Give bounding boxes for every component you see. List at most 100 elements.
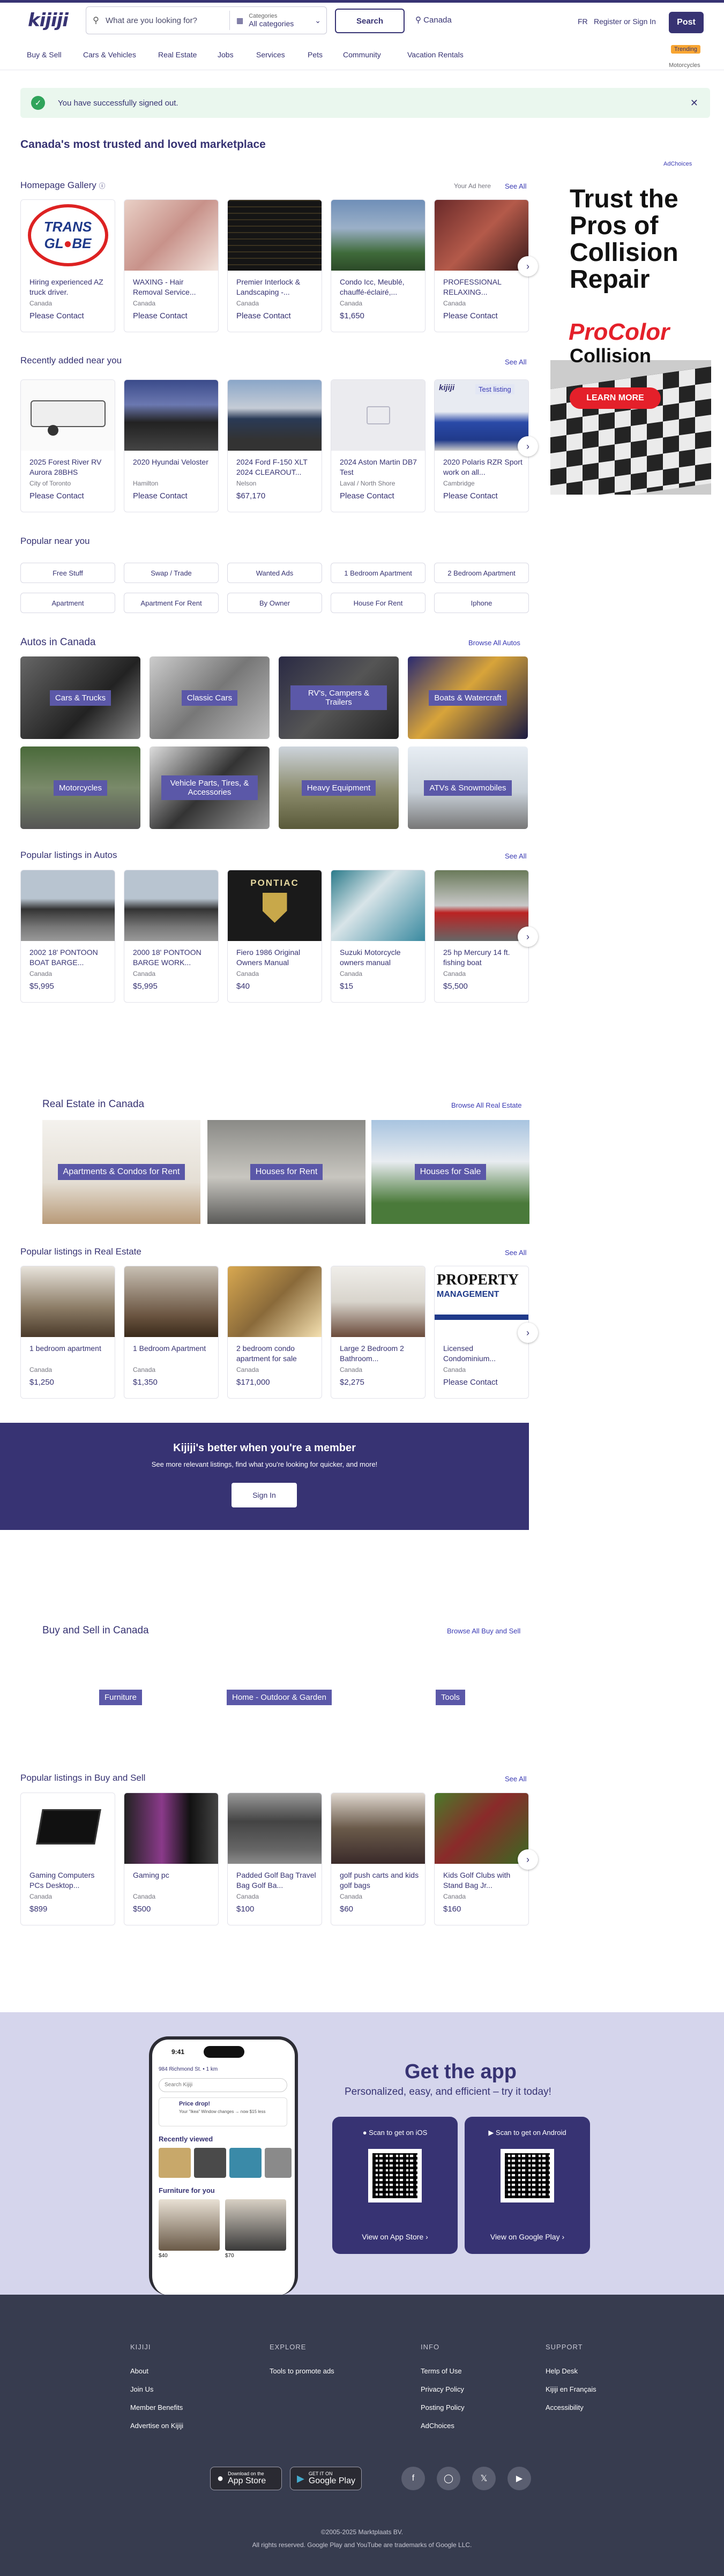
chevron-right-icon[interactable]: ›: [518, 927, 538, 947]
gallery-card[interactable]: PROFESSIONAL RELAXING... Canada Please C…: [434, 199, 529, 332]
member-signin-button[interactable]: Sign In: [232, 1483, 297, 1507]
ios-qr-card[interactable]: ● Scan to get on iOS View on App Store ›: [332, 2117, 458, 2254]
footer-link[interactable]: Terms of Use: [421, 2367, 462, 2375]
category-select[interactable]: ▦ Categories All categories ⌄: [230, 13, 326, 28]
nav-cars-vehicles[interactable]: Cars & Vehicles: [83, 50, 136, 59]
autos-tile[interactable]: ATVs & Snowmobiles: [408, 746, 528, 829]
footer-link[interactable]: Member Benefits: [130, 2403, 183, 2411]
recent-card[interactable]: 2025 Forest River RV Aurora 28BHS City o…: [20, 379, 115, 512]
bs-card[interactable]: Padded Golf Bag Travel Bag Golf Ba... Ca…: [227, 1793, 322, 1925]
bs-card[interactable]: Gaming pc Canada $500: [124, 1793, 219, 1925]
post-ad-button[interactable]: Post: [669, 12, 704, 33]
browse-buysell-link[interactable]: Browse All Buy and Sell: [447, 1627, 520, 1635]
android-qr-card[interactable]: ▶ Scan to get on Android View on Google …: [465, 2117, 590, 2254]
re-card[interactable]: Large 2 Bedroom 2 Bathroom... Canada $2,…: [331, 1266, 426, 1399]
realestate-tile[interactable]: Houses for Rent: [207, 1120, 365, 1224]
recent-card[interactable]: 2020 Hyundai Veloster Hamilton Please Co…: [124, 379, 219, 512]
gallery-see-all[interactable]: See All: [505, 182, 526, 190]
bs-card[interactable]: Kids Golf Clubs with Stand Bag Jr... Can…: [434, 1793, 529, 1925]
gallery-card[interactable]: Condo Icc, Meublé, chauffé-éclairé,... C…: [331, 199, 426, 332]
autos-card[interactable]: 2000 18' PONTOON BARGE WORK... Canada $5…: [124, 870, 219, 1003]
procolor-ad[interactable]: Trust the Pros of Collision Repair ProCo…: [550, 174, 711, 495]
buysell-tile-home-garden[interactable]: Home - Outdoor & Garden: [227, 1690, 332, 1705]
browse-realestate-link[interactable]: Browse All Real Estate: [451, 1101, 522, 1109]
buysell-tile-furniture[interactable]: Furniture: [99, 1690, 143, 1705]
nav-buy-sell[interactable]: Buy & Sell: [27, 50, 62, 59]
popular-pill[interactable]: Iphone: [434, 593, 529, 613]
popular-pill[interactable]: Free Stuff: [20, 563, 115, 583]
bs-card[interactable]: Gaming Computers PCs Desktop... Canada $…: [20, 1793, 115, 1925]
trending-link[interactable]: Motorcycles: [669, 62, 700, 69]
instagram-icon[interactable]: ◯: [437, 2467, 460, 2490]
bs-see-all[interactable]: See All: [505, 1775, 526, 1783]
kijiji-logo[interactable]: kijiji: [28, 10, 69, 31]
re-card[interactable]: 1 bedroom apartment Canada $1,250: [20, 1266, 115, 1399]
gallery-card[interactable]: WAXING - Hair Removal Service... Canada …: [124, 199, 219, 332]
footer-link[interactable]: Kijiji en Français: [546, 2385, 596, 2393]
your-ad-here-link[interactable]: Your Ad here: [454, 182, 491, 190]
nav-jobs[interactable]: Jobs: [218, 50, 234, 59]
nav-real-estate[interactable]: Real Estate: [158, 50, 197, 59]
recent-see-all[interactable]: See All: [505, 358, 526, 366]
nav-services[interactable]: Services: [256, 50, 285, 59]
popular-pill[interactable]: Apartment For Rent: [124, 593, 219, 613]
popular-pill[interactable]: Swap / Trade: [124, 563, 219, 583]
nav-pets[interactable]: Pets: [308, 50, 323, 59]
ios-store-link[interactable]: View on App Store ›: [332, 2232, 458, 2241]
chevron-right-icon[interactable]: ›: [518, 1323, 538, 1343]
realestate-tile[interactable]: Houses for Sale: [371, 1120, 529, 1224]
location-selector[interactable]: ⚲ Canada: [415, 15, 452, 25]
popular-pill[interactable]: 2 Bedroom Apartment: [434, 563, 529, 583]
footer-link[interactable]: Posting Policy: [421, 2403, 465, 2411]
register-signin-link[interactable]: Register or Sign In: [594, 17, 656, 26]
autos-card[interactable]: PONTIAC Fiero 1986 Original Owners Manua…: [227, 870, 322, 1003]
re-card[interactable]: 2 bedroom condo apartment for sale Canad…: [227, 1266, 322, 1399]
chevron-right-icon[interactable]: ›: [518, 436, 538, 457]
autos-tile[interactable]: Boats & Watercraft: [408, 656, 528, 739]
search-input[interactable]: What are you looking for?: [106, 16, 229, 25]
gallery-card[interactable]: Premier Interlock & Landscaping -... Can…: [227, 199, 322, 332]
footer-link[interactable]: AdChoices: [421, 2422, 454, 2430]
chevron-right-icon[interactable]: ›: [518, 256, 538, 277]
adchoices-link[interactable]: AdChoices: [663, 161, 692, 167]
app-store-badge[interactable]: ● Download on the App Store: [210, 2467, 282, 2490]
nav-community[interactable]: Community: [343, 50, 381, 59]
facebook-icon[interactable]: f: [401, 2467, 425, 2490]
bs-card[interactable]: golf push carts and kids golf bags Canad…: [331, 1793, 426, 1925]
autos-see-all[interactable]: See All: [505, 852, 526, 860]
autos-card[interactable]: Suzuki Motorcycle owners manual Canada $…: [331, 870, 426, 1003]
autos-tile[interactable]: Motorcycles: [20, 746, 140, 829]
info-icon[interactable]: ⓘ: [99, 182, 105, 190]
browse-autos-link[interactable]: Browse All Autos: [468, 639, 520, 647]
autos-tile[interactable]: RV's, Campers & Trailers: [279, 656, 399, 739]
re-card[interactable]: 1 Bedroom Apartment Canada $1,350: [124, 1266, 219, 1399]
android-store-link[interactable]: View on Google Play ›: [465, 2232, 590, 2241]
popular-pill[interactable]: Wanted Ads: [227, 563, 322, 583]
autos-card[interactable]: 2002 18' PONTOON BOAT BARGE... Canada $5…: [20, 870, 115, 1003]
popular-pill[interactable]: 1 Bedroom Apartment: [331, 563, 426, 583]
search-button[interactable]: Search: [335, 9, 405, 33]
youtube-icon[interactable]: ▶: [507, 2467, 531, 2490]
google-play-badge[interactable]: ▶ GET IT ON Google Play: [290, 2467, 362, 2490]
popular-pill[interactable]: House For Rent: [331, 593, 426, 613]
footer-link[interactable]: Tools to promote ads: [270, 2367, 334, 2375]
autos-tile[interactable]: Cars & Trucks: [20, 656, 140, 739]
ad-cta-button[interactable]: LEARN MORE: [570, 387, 661, 409]
footer-link[interactable]: Join Us: [130, 2385, 153, 2393]
nav-vacation-rentals[interactable]: Vacation Rentals: [407, 50, 464, 59]
footer-link[interactable]: Help Desk: [546, 2367, 578, 2375]
popular-pill[interactable]: Apartment: [20, 593, 115, 613]
footer-link[interactable]: About: [130, 2367, 148, 2375]
autos-tile[interactable]: Heavy Equipment: [279, 746, 399, 829]
footer-link[interactable]: Accessibility: [546, 2403, 584, 2411]
realestate-tile[interactable]: Apartments & Condos for Rent: [42, 1120, 200, 1224]
close-icon[interactable]: ✕: [690, 98, 698, 109]
autos-tile[interactable]: Vehicle Parts, Tires, & Accessories: [150, 746, 270, 829]
recent-card[interactable]: kijiji Test listing 2020 Polaris RZR Spo…: [434, 379, 529, 512]
re-see-all[interactable]: See All: [505, 1249, 526, 1257]
footer-link[interactable]: Privacy Policy: [421, 2385, 464, 2393]
recent-card[interactable]: 2024 Aston Martin DB7 Test Laval / North…: [331, 379, 426, 512]
language-toggle[interactable]: FR: [578, 17, 588, 26]
popular-pill[interactable]: By Owner: [227, 593, 322, 613]
recent-card[interactable]: 2024 Ford F-150 XLT 2024 CLEAROUT... Nel…: [227, 379, 322, 512]
